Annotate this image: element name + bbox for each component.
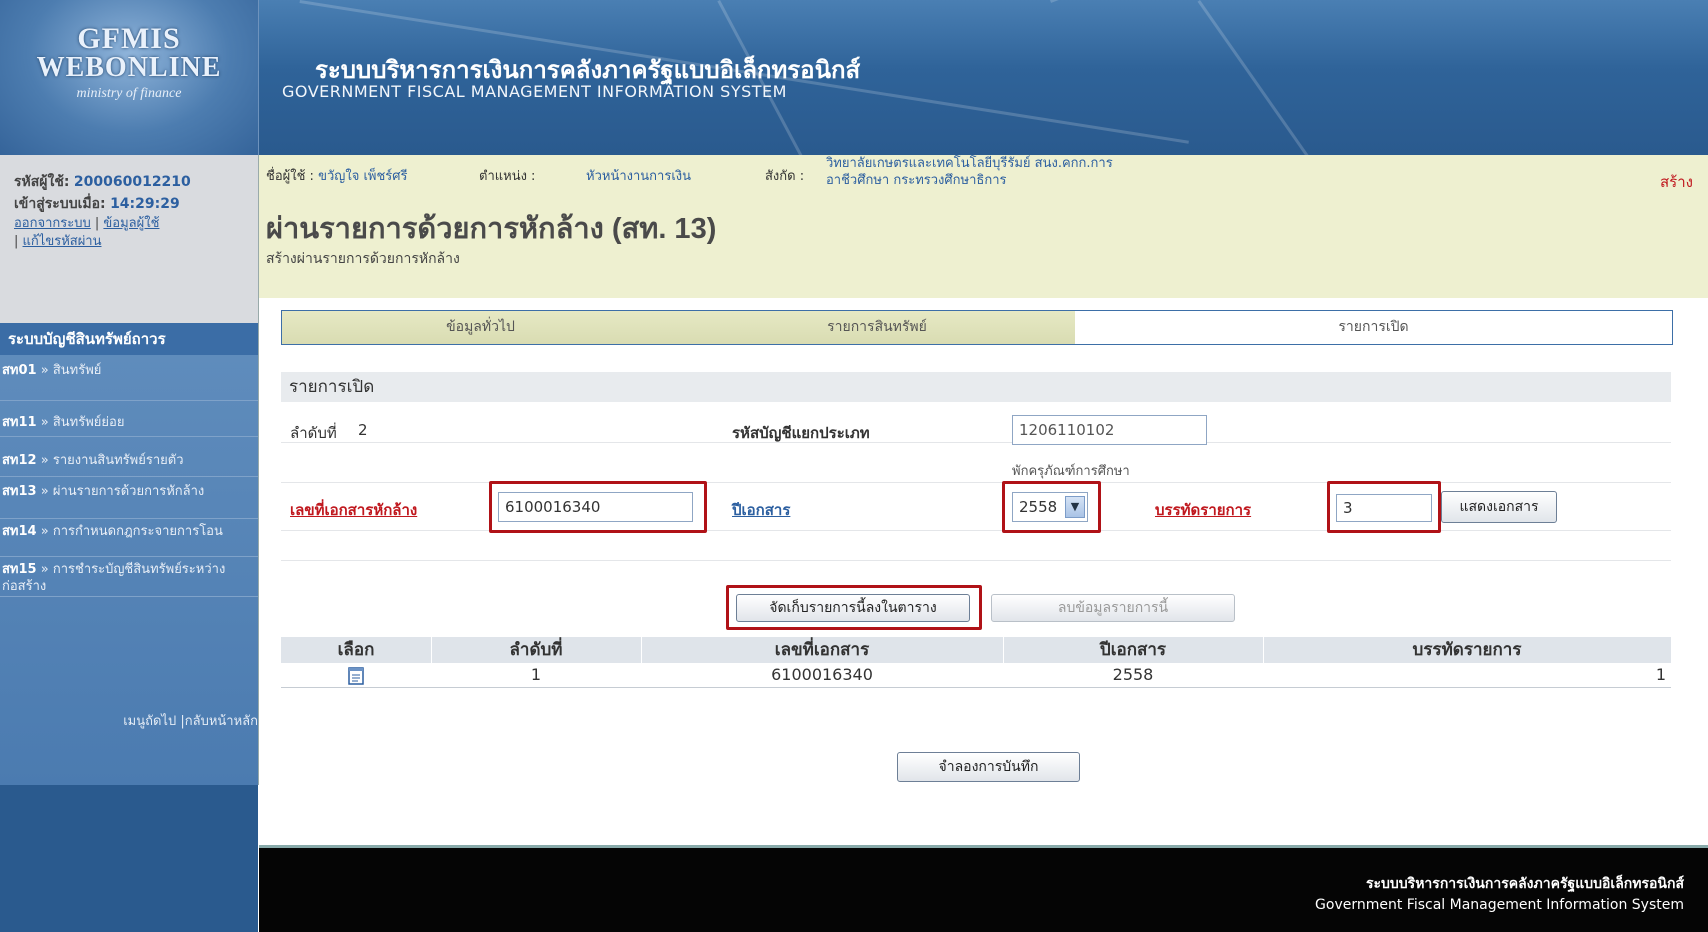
menu-arrow: »	[40, 363, 49, 378]
menu-item-label: สินทรัพย์	[52, 363, 102, 378]
seq-value: 2	[358, 421, 368, 439]
clearing-doc-label[interactable]: เลขที่เอกสารหักล้าง	[290, 498, 417, 522]
show-document-button[interactable]: แสดงเอกสาร	[1441, 491, 1557, 523]
logo-text: WEBONLINE	[36, 52, 222, 83]
column-header: ปีเอกสาร	[1003, 637, 1264, 663]
menu-item-label: สินทรัพย์ย่อย	[52, 415, 125, 430]
menu-item-st14[interactable]: สท14 » การกำหนดกฎกระจายการโอน	[0, 519, 258, 557]
highlight-box	[1327, 481, 1441, 533]
user-links: ออกจากระบบ | ข้อมูลผู้ใช้ | แก้ไขรหัสผ่า…	[14, 215, 254, 251]
user-id-label: รหัสผู้ใช้:	[14, 174, 70, 190]
logo-text: GFMIS	[77, 22, 181, 55]
menu-item-code: สท11	[2, 415, 37, 430]
footer-text-thai: ระบบบริหารการเงินการคลังภาครัฐแบบอิเล็กท…	[1365, 876, 1684, 892]
user-info-panel: รหัสผู้ใช้: 200060012210 เข้าสู่ระบบเมื่…	[0, 155, 259, 323]
position-value: หัวหน้างานการเงิน	[586, 169, 691, 184]
affiliation-line: วิทยาลัยเกษตรและเทคโนโลยีบุรีรัมย์ สนง.ค…	[826, 156, 1113, 171]
gl-account-field[interactable]: 1206110102	[1012, 415, 1207, 445]
footer-text-english: Government Fiscal Management Information…	[1315, 897, 1684, 913]
header-decoration	[1050, 0, 1521, 3]
menu-item-st01[interactable]: สท01 » สินทรัพย์	[0, 355, 258, 401]
tab-asset-list[interactable]: รายการสินทรัพย์	[679, 311, 1075, 344]
gl-account-description: พักครุภัณฑ์การศึกษา	[1012, 464, 1130, 479]
menu-item-st13[interactable]: สท13 » ผ่านรายการด้วยการหักล้าง	[0, 477, 258, 519]
topbar-user: ชื่อผู้ใช้ : ขวัญใจ เพ็ชร์ศรี	[266, 165, 408, 186]
page-title: ผ่านรายการด้วยการหักล้าง (สท. 13)	[266, 213, 717, 245]
login-time-row: เข้าสู่ระบบเมื่อ: 14:29:29	[14, 193, 180, 215]
line-item-label[interactable]: บรรทัดรายการ	[1155, 498, 1251, 522]
change-password-link[interactable]: แก้ไขรหัสผ่าน	[23, 234, 102, 249]
gfmis-logo: GFMIS WEBONLINE ministry of finance	[0, 0, 259, 155]
simulate-save-button[interactable]: จำลองการบันทึก	[897, 752, 1080, 782]
doc-no-cell: 6100016340	[771, 665, 873, 684]
affiliation-line: อาชีวศึกษา กระทรวงศึกษาธิการ	[826, 173, 1007, 188]
column-header: บรรทัดรายการ	[1412, 640, 1522, 660]
form-row	[281, 402, 1671, 443]
highlight-box	[726, 585, 982, 630]
link-separator: |	[94, 216, 100, 231]
year-cell: 2558	[1112, 665, 1154, 684]
delete-row-button[interactable]: ลบข้อมูลรายการนี้	[991, 594, 1235, 622]
affiliation-label: สังกัด :	[765, 169, 805, 184]
menu-item-code: สท01	[2, 363, 37, 378]
tab-open-items[interactable]: รายการเปิด	[1075, 311, 1672, 344]
highlight-box	[489, 481, 707, 533]
topbar-affiliation-value: วิทยาลัยเกษตรและเทคโนโลยีบุรีรัมย์ สนง.ค…	[826, 155, 1113, 189]
profile-link[interactable]: ข้อมูลผู้ใช้	[103, 216, 159, 231]
position-label: ตำแหน่ง :	[479, 169, 536, 184]
topbar-affiliation: สังกัด :	[765, 165, 804, 186]
document-select-icon[interactable]	[347, 666, 365, 685]
column-header: เลขที่เอกสาร	[641, 637, 1004, 663]
section-header: รายการเปิด	[281, 372, 1671, 402]
menu-bottom-fill	[0, 785, 258, 932]
header-decoration	[1197, 0, 1441, 155]
menu-item-st12[interactable]: สท12 » รายงานสินทรัพย์รายตัว	[0, 437, 258, 477]
highlight-box	[1002, 481, 1101, 533]
menu-item-code: สท13	[2, 484, 37, 499]
user-name-label: ชื่อผู้ใช้ :	[266, 169, 314, 184]
column-header: เลือก	[281, 637, 432, 663]
system-title-english: GOVERNMENT FISCAL MANAGEMENT INFORMATION…	[282, 82, 787, 101]
menu-arrow: »	[40, 484, 49, 499]
tab-strip: ข้อมูลทั่วไป รายการสินทรัพย์ รายการเปิด	[281, 310, 1673, 345]
logo-text: ministry of finance	[76, 86, 182, 101]
menu-item-code: สท15	[2, 562, 37, 577]
user-id-row: รหัสผู้ใช้: 200060012210	[14, 171, 191, 193]
menu-item-st15[interactable]: สท15 » การชำระบัญชีสินทรัพย์ระหว่างก่อสร…	[0, 557, 258, 597]
table-header: เลือก ลำดับที่ เลขที่เอกสาร ปีเอกสาร บรร…	[281, 637, 1671, 663]
menu-item-st11[interactable]: สท11 » สินทรัพย์ย่อย	[0, 401, 258, 437]
menu-arrow: »	[40, 562, 49, 577]
menu-item-label: การกำหนดกฎกระจายการโอน	[52, 524, 223, 539]
menu-arrow: »	[40, 524, 49, 539]
form-row	[281, 442, 1671, 483]
link-separator: |	[14, 234, 19, 249]
select-cell[interactable]	[281, 663, 431, 687]
form-row	[281, 530, 1671, 561]
topbar-position-value: หัวหน้างานการเงิน	[586, 165, 691, 186]
column-header: ลำดับที่	[431, 637, 642, 663]
menu-arrow: »	[40, 453, 49, 468]
topbar-position: ตำแหน่ง :	[479, 165, 535, 186]
mode-indicator: สร้าง	[1660, 173, 1693, 191]
user-name-value: ขวัญใจ เพ็ชร์ศรี	[318, 169, 408, 184]
login-time-label: เข้าสู่ระบบเมื่อ:	[14, 196, 106, 212]
user-context-bar: ชื่อผู้ใช้ : ขวัญใจ เพ็ชร์ศรี ตำแหน่ง : …	[259, 155, 1708, 193]
menu-item-code: สท12	[2, 453, 37, 468]
line-cell: 1	[1655, 665, 1666, 684]
user-id-value: 200060012210	[73, 174, 191, 190]
seq-cell: 1	[530, 665, 542, 684]
menu-footer-links[interactable]: เมนูถัดไป |กลับหน้าหลัก	[0, 710, 258, 731]
menu-arrow: »	[40, 415, 49, 430]
menu-item-label: รายงานสินทรัพย์รายตัว	[52, 453, 184, 468]
menu-title: ระบบบัญชีสินทรัพย์ถาวร	[0, 323, 259, 355]
menu-item-label: ผ่านรายการด้วยการหักล้าง	[52, 484, 205, 499]
logout-link[interactable]: ออกจากระบบ	[14, 216, 91, 231]
menu-item-code: สท14	[2, 524, 37, 539]
page-subtitle: สร้างผ่านรายการด้วยการหักล้าง	[266, 251, 460, 267]
login-time-value: 14:29:29	[110, 196, 180, 212]
doc-year-label[interactable]: ปีเอกสาร	[732, 498, 790, 522]
tab-general-info[interactable]: ข้อมูลทั่วไป	[282, 311, 679, 344]
